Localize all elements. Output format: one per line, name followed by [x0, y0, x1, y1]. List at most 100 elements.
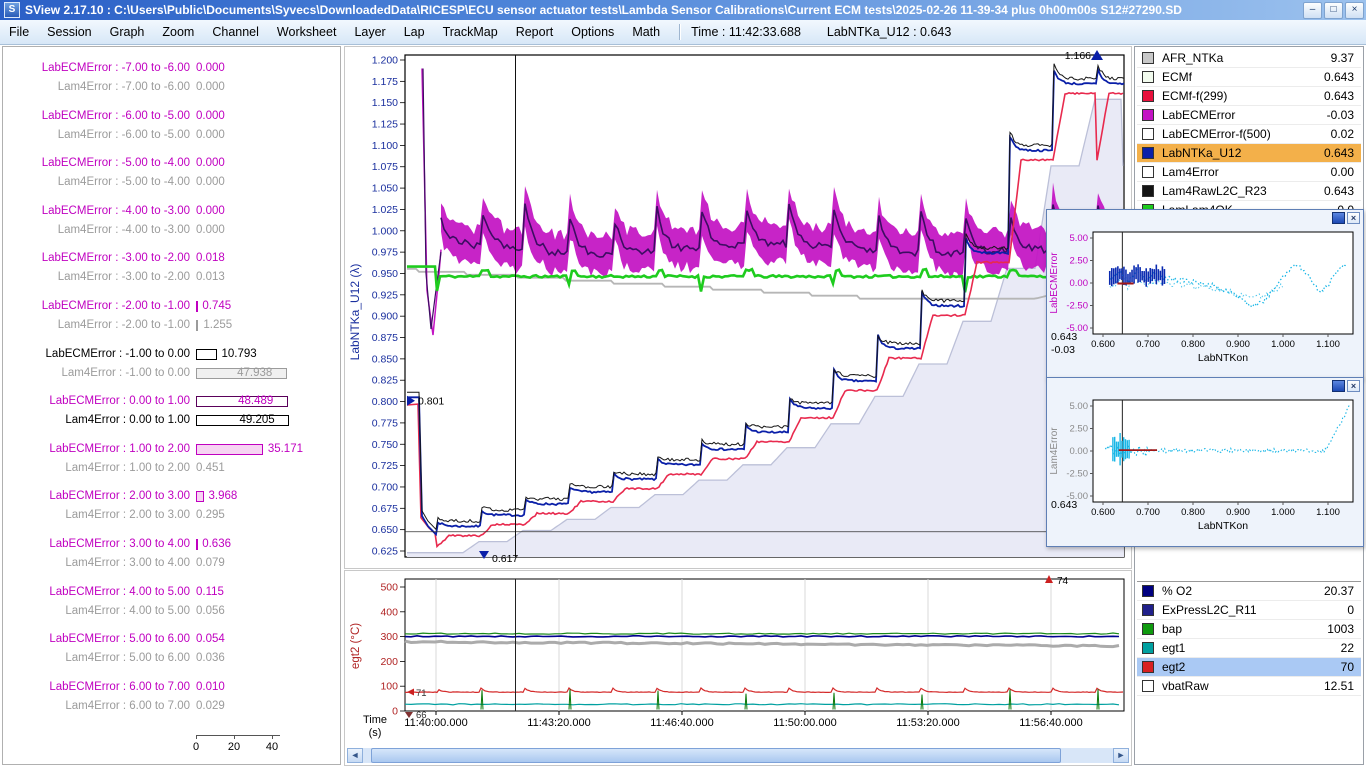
sensor-legend-row-expressl2c-r11[interactable]: ExPressL2C_R110 [1137, 601, 1361, 620]
svg-text:(s): (s) [369, 727, 382, 739]
svg-text:0.875: 0.875 [372, 332, 398, 344]
sensor-legend-row-vbatraw[interactable]: vbatRaw12.51 [1137, 677, 1361, 696]
menu-bar: FileSessionGraphZoomChannelWorksheetLaye… [0, 20, 1366, 45]
bin-label: Lam4Error : 4.00 to 5.00 [3, 605, 190, 617]
channel-color-swatch [1142, 109, 1154, 121]
channel-name: LabECMError-f(500) [1162, 125, 1271, 143]
main-chart-plot[interactable]: 0.6250.6500.6750.7000.7250.7500.7750.800… [345, 47, 1131, 568]
sensor-legend-row-bap[interactable]: bap1003 [1137, 620, 1361, 639]
svg-text:0.750: 0.750 [372, 439, 398, 451]
svg-text:Time: Time [363, 714, 387, 726]
sensor-legend-row-egt2[interactable]: egt270 [1137, 658, 1361, 677]
menu-math[interactable]: Math [623, 23, 669, 41]
close-icon[interactable]: × [1347, 380, 1360, 392]
menu-worksheet[interactable]: Worksheet [268, 23, 346, 41]
channel-value: 22 [1341, 639, 1354, 657]
channel-value: 70 [1341, 658, 1354, 676]
menu-options[interactable]: Options [562, 23, 623, 41]
histogram-row: Lam4Error : 1.00 to 2.000.451 [3, 461, 340, 478]
svg-text:2.50: 2.50 [1070, 424, 1089, 435]
svg-text:11:56:40.000: 11:56:40.000 [1019, 717, 1082, 729]
histogram-bin-pair: LabECMError : -2.00 to -1.000.745Lam4Err… [3, 299, 340, 339]
bin-label: Lam4Error : 2.00 to 3.00 [3, 509, 190, 521]
menu-trackmap[interactable]: TrackMap [434, 23, 507, 41]
legend-row-labecmerror-f-500-[interactable]: LabECMError-f(500)0.02 [1137, 125, 1361, 144]
time-series-chart-panel: 0100200300400500egt2 (°C)74716611:40:00.… [344, 570, 1132, 766]
scrollbar-thumb[interactable] [371, 748, 1061, 763]
svg-text:0.700: 0.700 [1136, 507, 1160, 518]
maximize-button[interactable]: □ [1324, 2, 1343, 19]
bin-label: LabECMError : 2.00 to 3.00 [3, 490, 190, 502]
svg-text:0.675: 0.675 [372, 503, 398, 515]
restore-button[interactable] [1332, 212, 1345, 224]
histogram-row: Lam4Error : 2.00 to 3.000.295 [3, 508, 340, 525]
bin-label: LabECMError : -1.00 to 0.00 [3, 348, 190, 360]
channel-name: Lam4Error [1162, 163, 1219, 181]
bin-label: LabECMError : 0.00 to 1.00 [3, 395, 190, 407]
histogram-row: LabECMError : 1.00 to 2.0035.171 [3, 442, 340, 459]
histogram-bin-pair: LabECMError : 2.00 to 3.003.968 Lam4Error… [3, 489, 340, 529]
svg-text:0.800: 0.800 [1181, 507, 1205, 518]
egt-chart-plot[interactable]: 0100200300400500egt2 (°C)74716611:40:00.… [345, 571, 1131, 749]
channel-name: ECMf-f(299) [1162, 87, 1227, 105]
axis-tick-label: 40 [260, 741, 284, 753]
histogram-row: Lam4Error : -1.00 to 0.0047.938 [3, 366, 340, 383]
menu-layer[interactable]: Layer [345, 23, 394, 41]
scatter-window-labecmerror[interactable]: × 5.002.500.00-2.50-5.000.6000.7000.8000… [1046, 209, 1364, 379]
svg-text:0.650: 0.650 [372, 524, 398, 536]
menu-graph[interactable]: Graph [101, 23, 154, 41]
legend-row-afr-ntka[interactable]: AFR_NTKa9.37 [1137, 49, 1361, 68]
horizontal-scrollbar[interactable]: ◄ ► [347, 748, 1129, 763]
sensor-legend-row-egt1[interactable]: egt122 [1137, 639, 1361, 658]
svg-text:5.00: 5.00 [1070, 233, 1089, 244]
menu-zoom[interactable]: Zoom [153, 23, 203, 41]
svg-text:Lam4Error: Lam4Error [1049, 427, 1060, 475]
legend-row-labecmerror[interactable]: LabECMError-0.03 [1137, 106, 1361, 125]
restore-button[interactable] [1332, 380, 1345, 392]
legend-row-lam4error[interactable]: Lam4Error0.00 [1137, 163, 1361, 182]
close-icon[interactable]: × [1347, 212, 1360, 224]
svg-text:0.725: 0.725 [372, 460, 398, 472]
floating-window-titlebar[interactable]: × [1047, 378, 1363, 394]
scroll-left-arrow[interactable]: ◄ [347, 748, 363, 763]
scroll-right-arrow[interactable]: ► [1113, 748, 1129, 763]
menu-report[interactable]: Report [507, 23, 563, 41]
channel-color-swatch [1142, 71, 1154, 83]
histogram-row: Lam4Error : -6.00 to -5.000.000 [3, 128, 340, 145]
lam4error-scatter-plot[interactable]: 5.002.500.00-2.50-5.000.6000.7000.8000.9… [1047, 394, 1363, 546]
svg-text:1.200: 1.200 [372, 55, 398, 67]
menu-channel[interactable]: Channel [203, 23, 268, 41]
menu-file[interactable]: File [0, 23, 38, 41]
bin-value: 0.451 [196, 462, 225, 474]
close-button[interactable]: × [1345, 2, 1364, 19]
bin-label: LabECMError : -6.00 to -5.00 [3, 110, 190, 122]
svg-text:-2.50: -2.50 [1066, 301, 1088, 312]
floating-window-titlebar[interactable]: × [1047, 210, 1363, 226]
svg-text:2.50: 2.50 [1070, 256, 1089, 267]
legend-row-lam4rawl2c-r23[interactable]: Lam4RawL2C_R230.643 [1137, 182, 1361, 201]
bin-label: Lam4Error : -1.00 to 0.00 [3, 367, 190, 379]
svg-text:11:53:20.000: 11:53:20.000 [896, 717, 959, 729]
svg-text:100: 100 [380, 681, 398, 693]
svg-text:1.050: 1.050 [372, 183, 398, 195]
histogram-row: Lam4Error : -2.00 to -1.001.255 [3, 318, 340, 335]
title-bar[interactable]: S SView 2.17.10 : C:\Users\Public\Docume… [0, 0, 1366, 20]
histogram-row: LabECMError : 3.00 to 4.000.636 [3, 537, 340, 554]
scrollbar-track[interactable] [363, 748, 1113, 763]
sensor-legend-row--o2[interactable]: % O220.37 [1137, 582, 1361, 601]
sview-application-window: S SView 2.17.10 : C:\Users\Public\Docume… [0, 0, 1366, 768]
channel-name: % O2 [1162, 582, 1192, 600]
histogram-bar [196, 320, 198, 331]
bin-label: LabECMError : -4.00 to -3.00 [3, 205, 190, 217]
scatter-window-lam4error[interactable]: × 5.002.500.00-2.50-5.000.6000.7000.8000… [1046, 377, 1364, 547]
menu-session[interactable]: Session [38, 23, 100, 41]
legend-row-labntka-u12[interactable]: LabNTKa_U120.643 [1137, 144, 1361, 163]
legend-row-ecmf[interactable]: ECMf0.643 [1137, 68, 1361, 87]
histogram-row: LabECMError : 2.00 to 3.003.968 [3, 489, 340, 506]
minimize-button[interactable]: – [1303, 2, 1322, 19]
legend-row-ecmf-f-299-[interactable]: ECMf-f(299)0.643 [1137, 87, 1361, 106]
bin-value: 0.000 [196, 129, 225, 141]
bin-label: LabECMError : -2.00 to -1.00 [3, 300, 190, 312]
menu-lap[interactable]: Lap [395, 23, 434, 41]
labecmerror-scatter-plot[interactable]: 5.002.500.00-2.50-5.000.6000.7000.8000.9… [1047, 226, 1363, 378]
